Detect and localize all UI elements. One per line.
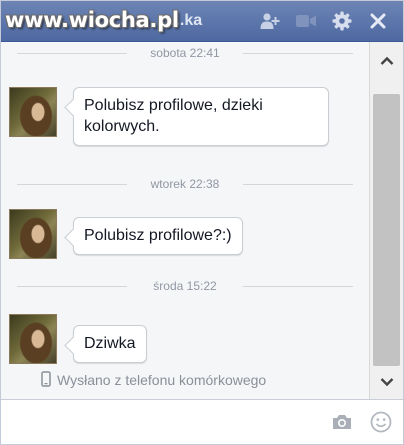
message-input[interactable] bbox=[9, 408, 319, 436]
avatar[interactable] bbox=[9, 87, 57, 137]
scroll-down-arrow-icon[interactable] bbox=[370, 367, 403, 397]
message-text: Dziwka bbox=[84, 335, 136, 352]
title-bar-actions bbox=[259, 10, 389, 32]
message-text: Polubisz profilowe, dzieki kolorwych. bbox=[84, 97, 263, 135]
message-composer bbox=[1, 399, 403, 444]
timestamp-divider: środa 15:22 bbox=[1, 279, 369, 293]
title-bar: ...ka www.wiocha.pl bbox=[1, 1, 403, 42]
close-icon[interactable] bbox=[367, 10, 389, 32]
message-text: Polubisz profilowe?:) bbox=[84, 227, 232, 244]
message-bubble: Dziwka bbox=[73, 325, 147, 363]
video-call-icon[interactable] bbox=[295, 10, 317, 32]
add-friend-icon[interactable] bbox=[259, 10, 281, 32]
mobile-phone-icon bbox=[41, 370, 51, 390]
scrollbar[interactable] bbox=[369, 42, 403, 399]
message-bubble: Polubisz profilowe?:) bbox=[73, 217, 243, 255]
watermark: www.wiocha.pl bbox=[5, 8, 179, 32]
timestamp: środa 15:22 bbox=[147, 279, 223, 293]
message-bubble: Polubisz profilowe, dzieki kolorwych. bbox=[73, 87, 329, 146]
settings-gear-icon[interactable] bbox=[331, 10, 353, 32]
camera-icon[interactable] bbox=[330, 410, 354, 434]
scroll-up-arrow-icon[interactable] bbox=[370, 46, 403, 76]
scrollbar-thumb[interactable] bbox=[373, 94, 400, 366]
timestamp-divider: sobota 22:41 bbox=[1, 46, 369, 60]
timestamp-divider: wtorek 22:38 bbox=[1, 177, 369, 191]
emoticon-icon[interactable] bbox=[369, 410, 393, 434]
avatar[interactable] bbox=[9, 209, 57, 259]
avatar[interactable] bbox=[9, 314, 57, 364]
message-history[interactable]: sobota 22:41 Polubisz profilowe, dzieki … bbox=[1, 42, 369, 399]
sent-from-mobile-note: Wysłano z telefonu komórkowego bbox=[41, 370, 267, 390]
timestamp: wtorek 22:38 bbox=[144, 177, 226, 191]
timestamp: sobota 22:41 bbox=[144, 46, 226, 60]
sent-from-mobile-label: Wysłano z telefonu komórkowego bbox=[57, 372, 267, 388]
chat-window: ...ka www.wiocha.pl sobota 22:41 Polubis… bbox=[0, 0, 404, 445]
